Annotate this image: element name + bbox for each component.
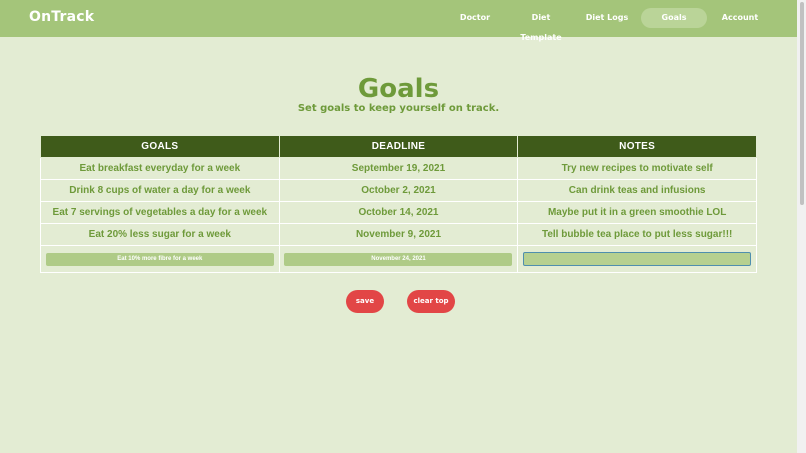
scrollbar-thumb[interactable] (800, 2, 804, 205)
goals-table: GOALS DEADLINE NOTES Eat breakfast every… (40, 135, 757, 273)
goal-cell: Drink 8 cups of water a day for a week (40, 179, 280, 202)
deadline-cell: October 14, 2021 (278, 201, 519, 224)
nav-doctor[interactable]: Doctor (450, 8, 500, 28)
new-deadline-input[interactable]: November 24, 2021 (284, 252, 513, 266)
nav-account[interactable]: Account (718, 8, 762, 28)
nav-goals[interactable]: Goals (641, 8, 707, 28)
clear-top-button[interactable]: clear top (407, 290, 455, 313)
goal-cell: Eat 7 servings of vegetables a day for a… (40, 201, 280, 224)
notes-cell: Maybe put it in a green smoothie LOL (517, 201, 757, 224)
header-goals: GOALS (40, 135, 280, 158)
table-row: Eat 7 servings of vegetables a day for a… (40, 201, 757, 224)
new-notes-input[interactable] (523, 252, 752, 266)
notes-cell: Try new recipes to motivate self (517, 157, 757, 180)
page-title: Goals (357, 74, 440, 104)
deadline-cell: October 2, 2021 (278, 179, 519, 202)
page-subtitle: Set goals to keep yourself on track. (297, 103, 500, 114)
deadline-cell: September 19, 2021 (278, 157, 519, 180)
brand-logo[interactable]: OnTrack (29, 9, 94, 25)
notes-cell: Tell bubble tea place to put less sugar!… (517, 223, 757, 246)
save-button[interactable]: save (346, 290, 384, 313)
table-row: Drink 8 cups of water a day for a week O… (40, 179, 757, 202)
header-deadline: DEADLINE (278, 135, 519, 158)
new-goal-input[interactable]: Eat 10% more fibre for a week (45, 252, 274, 266)
notes-cell: Can drink teas and infusions (517, 179, 757, 202)
deadline-cell: November 9, 2021 (278, 223, 519, 246)
header-notes: NOTES (517, 135, 757, 158)
table-header-row: GOALS DEADLINE NOTES (40, 135, 757, 158)
new-goal-cell: Eat 10% more fibre for a week (40, 245, 280, 273)
goal-cell: Eat 20% less sugar for a week (40, 223, 280, 246)
new-goal-row: Eat 10% more fibre for a week November 2… (40, 245, 757, 273)
navbar: OnTrack Doctor Diet Template Diet Logs G… (0, 0, 797, 42)
nav-diet-template[interactable]: Diet Template (510, 8, 572, 42)
nav-diet-logs[interactable]: Diet Logs (584, 8, 630, 28)
new-notes-cell (517, 245, 757, 273)
table-row: Eat breakfast everyday for a week Septem… (40, 157, 757, 180)
new-deadline-cell: November 24, 2021 (278, 245, 519, 273)
goal-cell: Eat breakfast everyday for a week (40, 157, 280, 180)
table-row: Eat 20% less sugar for a week November 9… (40, 223, 757, 246)
